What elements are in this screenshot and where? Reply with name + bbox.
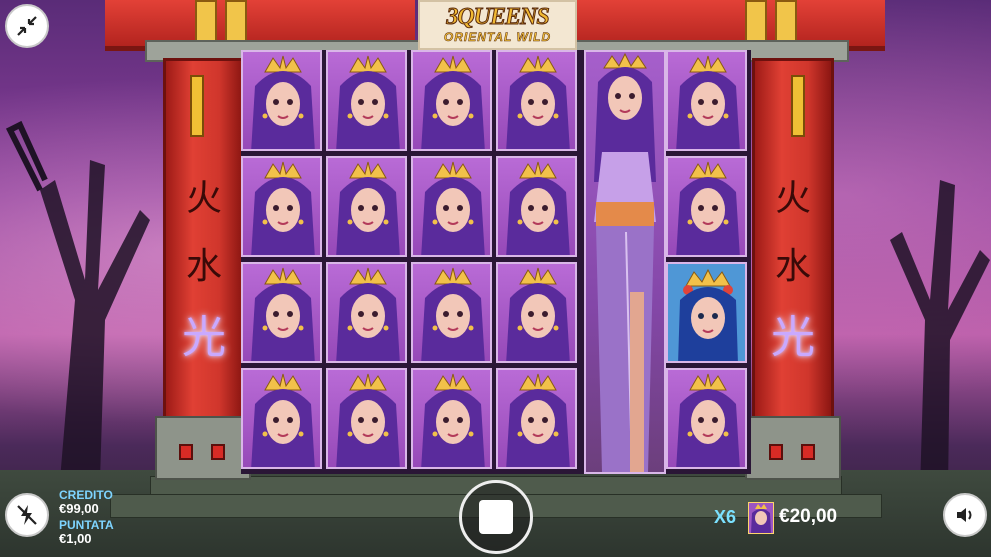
- speaker-icon: [957, 508, 972, 522]
- bet-value: €1,00: [59, 531, 92, 546]
- winning-symbol-thumbnail: [748, 502, 774, 534]
- lightning-off-icon: [17, 505, 37, 525]
- roof-ornament: [225, 0, 247, 44]
- purple-queen-symbol: [666, 156, 747, 257]
- credit-label: CREDITO: [59, 488, 113, 502]
- purple-queen-symbol: [496, 368, 577, 469]
- pillar-glyph: 火: [774, 178, 811, 219]
- purple-queen-symbol: [496, 262, 577, 363]
- base-light: [211, 444, 225, 460]
- purple-queen-symbol: [666, 50, 747, 151]
- roof-ornament: [195, 0, 217, 44]
- pillar-glyph: 火: [185, 178, 222, 219]
- purple-queen-symbol: [496, 156, 577, 257]
- base-light: [179, 444, 193, 460]
- purple-queen-symbol: [496, 50, 577, 151]
- tall-queen-wild-symbol: [584, 50, 666, 474]
- purple-queen-symbol: [326, 50, 407, 151]
- sound-toggle-button[interactable]: [943, 493, 987, 537]
- left-tree: [5, 120, 150, 480]
- base-light: [769, 444, 783, 460]
- pillar-glyph-glowing: 光: [771, 312, 815, 363]
- purple-queen-symbol: [666, 368, 747, 469]
- base-light: [801, 444, 815, 460]
- bet-label: PUNTATA: [59, 518, 114, 532]
- credit-value: €99,00: [59, 501, 99, 516]
- purple-queen-symbol: [241, 262, 322, 363]
- roof-ornament: [775, 0, 797, 44]
- pillar-glyph: 水: [774, 246, 811, 287]
- fullscreen-toggle-button[interactable]: [5, 4, 49, 48]
- stop-icon: [479, 500, 513, 534]
- reel-grid: [241, 50, 751, 474]
- left-pillar-base: [155, 416, 251, 480]
- lantern: [190, 75, 204, 137]
- stop-spin-button[interactable]: [459, 480, 533, 554]
- purple-queen-symbol: [241, 50, 322, 151]
- collapse-arrows-icon: [17, 16, 37, 36]
- right-tree: [890, 180, 990, 490]
- purple-queen-symbol: [411, 262, 492, 363]
- logo-subtitle: ORIENTAL WILD: [443, 30, 552, 45]
- win-amount: €20,00: [779, 506, 838, 527]
- purple-queen-symbol: [326, 156, 407, 257]
- right-pillar: 火 水 光: [752, 58, 834, 424]
- win-multiplier: X6: [714, 507, 737, 527]
- pillar-glyph: 水: [185, 246, 222, 287]
- blue-queen-symbol: [666, 262, 747, 363]
- purple-queen-symbol: [241, 156, 322, 257]
- purple-queen-symbol: [411, 50, 492, 151]
- pillar-glyph-glowing: 光: [182, 312, 226, 363]
- logo-title: 3QUEENS: [446, 4, 550, 31]
- purple-queen-symbol: [411, 156, 492, 257]
- turbo-toggle-button[interactable]: [5, 493, 49, 537]
- lantern: [791, 75, 805, 137]
- purple-queen-symbol: [411, 368, 492, 469]
- purple-queen-symbol: [326, 368, 407, 469]
- right-pillar-base: [745, 416, 841, 480]
- roof-ornament: [745, 0, 767, 44]
- left-pillar: 火 水 光: [163, 58, 245, 424]
- purple-queen-symbol: [326, 262, 407, 363]
- purple-queen-symbol: [241, 368, 322, 469]
- game-logo: 3QUEENS ORIENTAL WILD: [418, 0, 577, 50]
